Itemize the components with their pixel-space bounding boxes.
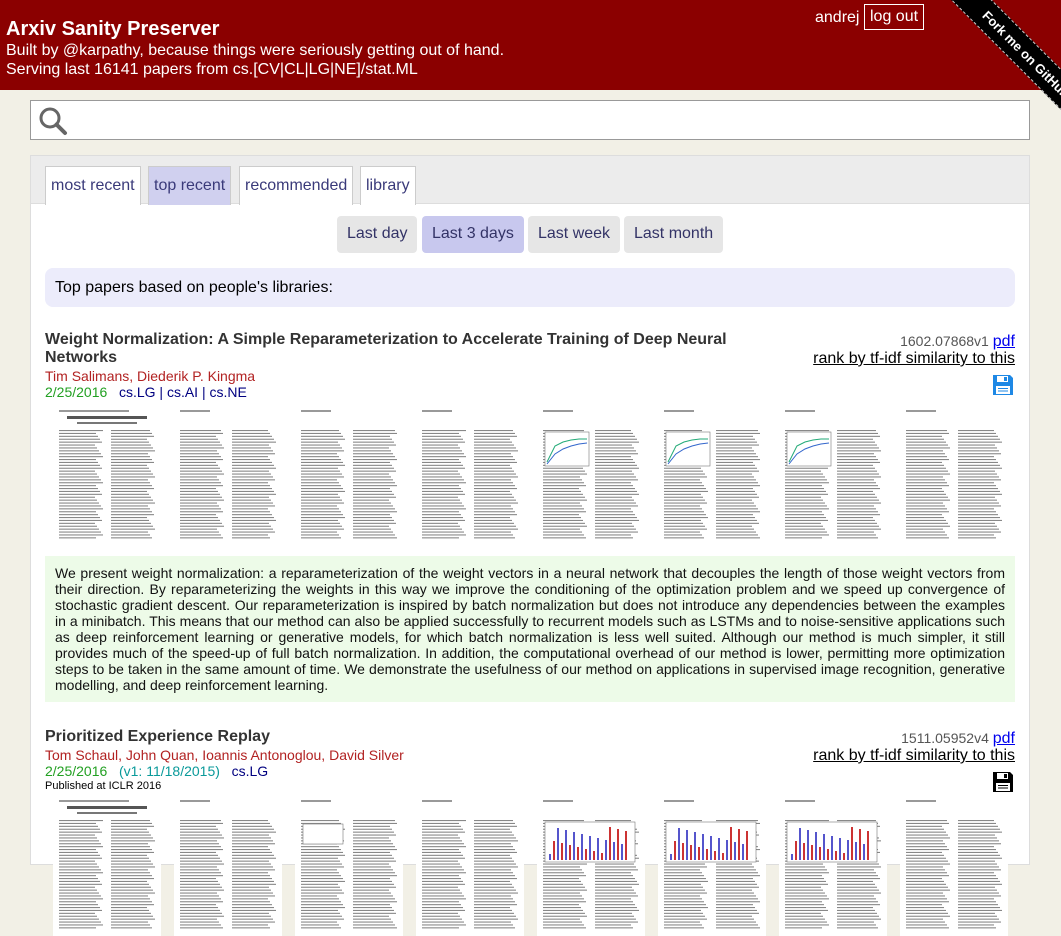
paper-date: 2/25/2016 (45, 763, 108, 779)
paper-item: Weight Normalization: A Simple Reparamet… (45, 331, 1015, 706)
paper-authors[interactable]: Tim Salimans, Diederik P. Kingma (45, 368, 255, 384)
search-input[interactable] (30, 100, 1030, 140)
filter-last-day[interactable]: Last day (337, 216, 418, 253)
pdf-link[interactable]: pdf (993, 333, 1015, 350)
tagline: Built by @karpathy, because things were … (6, 42, 505, 59)
paper-page-thumbnail[interactable] (900, 796, 1008, 936)
paper-id-line: 1511.05952v4 pdf (901, 730, 1015, 748)
rank-similarity-link[interactable]: rank by tf-idf similarity to this (813, 350, 1015, 368)
paper-categories: cs.LG (231, 763, 269, 779)
paper-page-thumbnail[interactable] (416, 796, 524, 936)
tab-recommended[interactable]: recommended (239, 166, 354, 205)
site-title[interactable]: Arxiv Sanity Preserver (6, 18, 219, 41)
paper-page-thumbnail[interactable] (174, 406, 282, 546)
paper-date-line: 2/25/2016 cs.LG | cs.AI | cs.NE (45, 384, 247, 400)
paper-page-thumbnail[interactable] (900, 406, 1008, 546)
paper-title[interactable]: Prioritized Experience Replay (45, 728, 765, 746)
save-icon[interactable] (991, 373, 1015, 397)
paper-thumbnails[interactable] (45, 796, 1015, 936)
logout-button[interactable]: log out (864, 4, 925, 30)
main-panel: most recent top recent recommended libra… (30, 155, 1030, 936)
serving-info: Serving last 16141 papers from cs.[CV|CL… (6, 61, 418, 78)
paper-page-thumbnail[interactable] (174, 796, 282, 936)
arxiv-id[interactable]: 1602.07868v1 (900, 333, 989, 349)
paper-title[interactable]: Weight Normalization: A Simple Reparamet… (45, 331, 765, 367)
paper-page-thumbnail[interactable] (295, 796, 403, 936)
pdf-link[interactable]: pdf (993, 730, 1015, 747)
paper-categories: cs.LG | cs.AI | cs.NE (118, 384, 247, 400)
paper-page-thumbnail[interactable] (416, 406, 524, 546)
rank-similarity-link[interactable]: rank by tf-idf similarity to this (813, 747, 1015, 765)
paper-abstract: We present weight normalization: a repar… (45, 556, 1015, 702)
tab-top-recent[interactable]: top recent (148, 166, 232, 205)
filter-last-3-days[interactable]: Last 3 days (422, 216, 524, 253)
paper-page-thumbnail[interactable] (658, 406, 766, 546)
search-icon (39, 107, 67, 135)
paper-page-thumbnail[interactable] (295, 406, 403, 546)
paper-page-thumbnail[interactable] (537, 796, 645, 936)
filter-last-week[interactable]: Last week (528, 216, 621, 253)
username: andrej (815, 9, 860, 26)
tab-bar: most recent top recent recommended libra… (31, 156, 1029, 205)
paper-authors[interactable]: Tom Schaul, John Quan, Ioannis Antonoglo… (45, 747, 404, 763)
paper-item: Prioritized Experience Replay Tom Schaul… (45, 728, 1015, 936)
tab-most-recent[interactable]: most recent (45, 166, 141, 205)
tab-library[interactable]: library (360, 166, 416, 205)
header: Arxiv Sanity Preserver Built by @karpath… (0, 0, 1061, 136)
arxiv-id[interactable]: 1511.05952v4 (901, 730, 989, 746)
info-banner: Top papers based on people's libraries: (45, 268, 1015, 307)
paper-date-line: 2/25/2016 (v1: 11/18/2015) cs.LG (45, 763, 268, 779)
paper-id-line: 1602.07868v1 pdf (900, 333, 1015, 351)
paper-date: 2/25/2016 (45, 384, 108, 400)
paper-page-thumbnail[interactable] (53, 406, 161, 546)
paper-page-thumbnail[interactable] (779, 796, 887, 936)
paper-page-thumbnail[interactable] (537, 406, 645, 546)
paper-page-thumbnail[interactable] (779, 406, 887, 546)
save-icon[interactable] (991, 770, 1015, 794)
paper-published: Published at ICLR 2016 (45, 780, 162, 792)
paper-page-thumbnail[interactable] (53, 796, 161, 936)
paper-v1-date: (v1: 11/18/2015) (118, 763, 220, 779)
paper-thumbnails[interactable] (45, 406, 1015, 546)
paper-page-thumbnail[interactable] (658, 796, 766, 936)
filter-last-month[interactable]: Last month (624, 216, 724, 253)
